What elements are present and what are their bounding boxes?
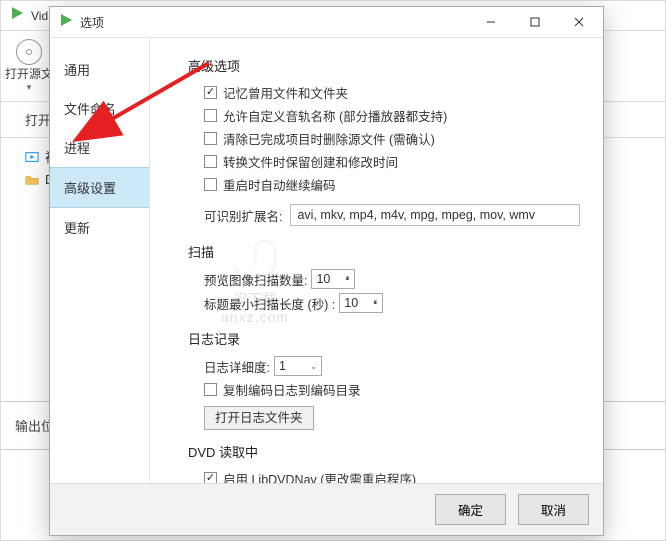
chevron-down-icon: ▾ <box>27 82 32 93</box>
open-log-folder-button[interactable]: 打开日志文件夹 <box>204 406 314 430</box>
checkbox-custom-track[interactable] <box>204 109 217 122</box>
disc-icon <box>16 39 42 65</box>
section-dvd: DVD 读取中 <box>188 442 591 461</box>
verbosity-label: 日志详细度: <box>204 357 270 376</box>
checkbox-label: 重启时自动继续编码 <box>223 175 336 194</box>
checkbox-keep-times[interactable] <box>204 155 217 168</box>
title-min-length-stepper[interactable]: 10 ▲▼ <box>339 293 383 313</box>
app-play-icon <box>9 5 25 26</box>
preview-count-label: 预览图像扫描数量: <box>204 270 307 289</box>
checkbox-label: 复制编码日志到编码目录 <box>223 380 361 399</box>
sidebar-item-advanced[interactable]: 高级设置 <box>50 167 149 208</box>
sidebar-item-process[interactable]: 进程 <box>50 128 149 167</box>
checkbox-copy-log[interactable] <box>204 383 217 396</box>
video-file-icon <box>25 150 39 164</box>
checkbox-label: 记忆曾用文件和文件夹 <box>223 83 348 102</box>
open-source-label: 打开源文 <box>5 65 53 82</box>
checkbox-label: 允许自定义音轨名称 (部分播放器都支持) <box>223 106 447 125</box>
close-button[interactable] <box>557 8 601 36</box>
title-min-length-label: 标题最小扫描长度 (秒) : <box>204 294 335 313</box>
verbosity-select[interactable]: 1 ⌄ <box>274 356 322 376</box>
sidebar-item-update[interactable]: 更新 <box>50 208 149 247</box>
sidebar-item-filenaming[interactable]: 文件命名 <box>50 89 149 128</box>
ok-button[interactable]: 确定 <box>435 494 506 525</box>
checkbox-delete-source[interactable] <box>204 132 217 145</box>
section-scan: 扫描 <box>188 242 591 261</box>
app-play-icon <box>58 12 74 33</box>
ext-label: 可识别扩展名: <box>204 206 282 225</box>
section-logging: 日志记录 <box>188 329 591 348</box>
checkbox-label: 清除已完成项目时删除源文件 (需确认) <box>223 129 435 148</box>
checkbox-libdvdnav[interactable] <box>204 472 217 483</box>
minimize-button[interactable] <box>469 8 513 36</box>
open-source-button[interactable]: 打开源文 ▾ <box>5 39 53 93</box>
dialog-content: 高级选项 记忆曾用文件和文件夹 允许自定义音轨名称 (部分播放器都支持) 清除已… <box>150 38 603 483</box>
section-advanced-options: 高级选项 <box>188 56 591 75</box>
checkbox-resume-encoding[interactable] <box>204 178 217 191</box>
extensions-input[interactable]: avi, mkv, mp4, m4v, mpg, mpeg, mov, wmv <box>290 204 580 226</box>
dialog-title: 选项 <box>80 14 469 31</box>
checkbox-label: 转换文件时保留创建和修改时间 <box>223 152 398 171</box>
chevron-down-icon: ⌄ <box>310 362 317 371</box>
main-title: Vid <box>31 9 48 23</box>
cancel-button[interactable]: 取消 <box>518 494 589 525</box>
dialog-sidebar: 通用 文件命名 进程 高级设置 更新 <box>50 38 150 483</box>
dialog-footer: 确定 取消 <box>50 483 603 535</box>
preview-count-stepper[interactable]: 10 ▲▼ <box>311 269 355 289</box>
folder-icon <box>25 173 39 187</box>
options-dialog: 选项 通用 文件命名 进程 高级设置 更新 高级选项 记忆曾用文件和文件夹 允许… <box>49 6 604 536</box>
sidebar-item-general[interactable]: 通用 <box>50 50 149 89</box>
dialog-titlebar: 选项 <box>50 7 603 37</box>
checkbox-remember[interactable] <box>204 86 217 99</box>
maximize-button[interactable] <box>513 8 557 36</box>
checkbox-label: 启用 LibDVDNav (更改需重启程序) <box>223 469 416 483</box>
